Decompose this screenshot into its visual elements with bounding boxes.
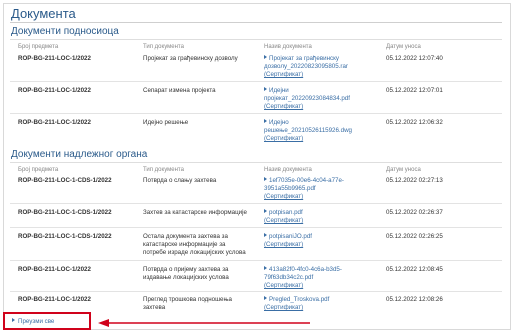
table-row-date: 05.12.2022 12:07:40	[386, 55, 443, 62]
column-header-doc-type: Тип документа	[143, 44, 184, 50]
table-row-date: 05.12.2022 12:06:32	[386, 119, 443, 126]
table-row-doc-type: Пројекат за грађевинску дозволу	[143, 55, 238, 62]
column-header-case-no: Број предмета	[18, 44, 59, 50]
table-row-doc-type: Идејно решење	[143, 119, 189, 126]
document-link[interactable]: 1ef7035e-00e6-4c04-a77e- 3951a55b9965.pdf	[264, 177, 344, 193]
table-row-doc-type: Захтев за катастарске информације	[143, 209, 247, 216]
table-row-case-no: ROP-BG-211-LOC-1/2022	[18, 296, 91, 303]
triangle-right-icon	[264, 119, 267, 123]
triangle-right-icon	[12, 318, 15, 322]
table-row-case-no: ROP-BG-211-LOC-1-CDS-1/2022	[18, 233, 112, 240]
table-row-doc-type: Потврда о пријему захтева за издавање лок…	[143, 266, 229, 281]
table-row-date: 05.12.2022 12:08:45	[386, 266, 443, 273]
certificate-link[interactable]: (Сертификат)	[264, 135, 303, 142]
page-title: Документа	[11, 6, 76, 21]
certificate-link[interactable]: (Сертификат)	[264, 217, 303, 224]
table-row-case-no: ROP-BG-211-LOC-1/2022	[18, 266, 91, 273]
row-divider	[10, 291, 502, 292]
certificate-link[interactable]: (Сертификат)	[264, 71, 303, 78]
column-header-doc-name: Назив документа	[264, 167, 312, 173]
triangle-right-icon	[264, 55, 267, 59]
table-row-case-no: ROP-BG-211-LOC-1/2022	[18, 119, 91, 126]
document-link[interactable]: Идејни пројекат_20220923084834.pdf	[264, 87, 350, 103]
triangle-right-icon	[264, 87, 267, 91]
download-all-link[interactable]: Преузми све	[12, 318, 54, 325]
table-row-doc-type: Преглед трошкова подношења захтева	[143, 296, 232, 311]
table-row-doc-type: Потврда о слању захтева	[143, 177, 217, 184]
document-link[interactable]: potpisan.pdf	[264, 209, 303, 217]
table-row-date: 05.12.2022 02:26:25	[386, 233, 443, 240]
document-link[interactable]: potpisaniJO.pdf	[264, 233, 312, 241]
title-divider	[10, 22, 502, 23]
column-header-date: Датум уноса	[386, 167, 421, 173]
column-header-date: Датум уноса	[386, 44, 421, 50]
document-link[interactable]: 413a82f0-4fc0-4c6a-b3d5- 79f63db34c2c.pdf	[264, 266, 342, 282]
section-applicant-docs-title: Документи подносиоца	[11, 26, 119, 37]
table-row-doc-type: Сепарат измена пројекта	[143, 87, 216, 94]
section-divider	[10, 162, 502, 163]
certificate-link[interactable]: (Сертификат)	[264, 282, 303, 289]
documents-panel	[3, 3, 511, 330]
table-row-case-no: ROP-BG-211-LOC-1-CDS-1/2022	[18, 209, 112, 216]
column-header-case-no: Број предмета	[18, 167, 59, 173]
certificate-link[interactable]: (Сертификат)	[264, 241, 303, 248]
column-header-doc-type: Тип документа	[143, 167, 184, 173]
row-divider	[10, 203, 502, 204]
annotation-arrow	[98, 319, 310, 327]
table-row-date: 05.12.2022 12:08:26	[386, 296, 443, 303]
document-link[interactable]: Pregled_Troskova.pdf	[264, 296, 329, 304]
triangle-right-icon	[264, 296, 267, 300]
document-link[interactable]: Идејно решење_20210526115926.dwg	[264, 119, 352, 135]
certificate-link[interactable]: (Сертификат)	[264, 193, 303, 200]
certificate-link[interactable]: (Сертификат)	[264, 304, 303, 311]
triangle-right-icon	[264, 177, 267, 181]
table-row-date: 05.12.2022 02:27:13	[386, 177, 443, 184]
column-header-doc-name: Назив документа	[264, 44, 312, 50]
section-authority-docs-title: Документи надлежног органа	[11, 149, 148, 160]
row-divider	[10, 81, 502, 82]
table-row-case-no: ROP-BG-211-LOC-1/2022	[18, 55, 91, 62]
table-row-date: 05.12.2022 12:07:01	[386, 87, 443, 94]
row-divider	[10, 227, 502, 228]
table-row-date: 05.12.2022 02:26:37	[386, 209, 443, 216]
triangle-right-icon	[264, 233, 267, 237]
document-link[interactable]: Пројекат за грађевинску дозволу_202208230…	[264, 55, 348, 71]
table-row-case-no: ROP-BG-211-LOC-1-CDS-1/2022	[18, 177, 112, 184]
triangle-right-icon	[264, 266, 267, 270]
row-divider	[10, 260, 502, 261]
row-divider	[10, 113, 502, 114]
certificate-link[interactable]: (Сертификат)	[264, 103, 303, 110]
table-row-doc-type: Остала документа захтева за катастарске и…	[143, 233, 246, 256]
table-row-case-no: ROP-BG-211-LOC-1/2022	[18, 87, 91, 94]
section-divider	[10, 39, 502, 40]
triangle-right-icon	[264, 209, 267, 213]
